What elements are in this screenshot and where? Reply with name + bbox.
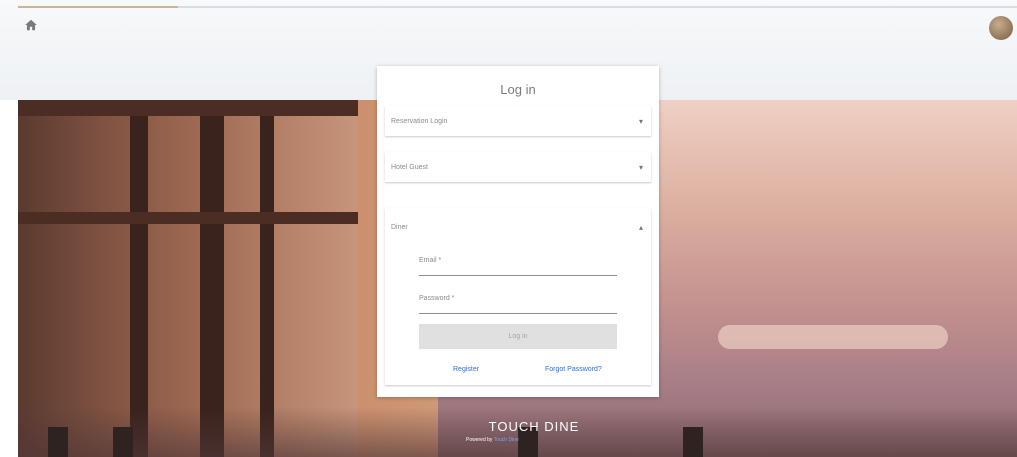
beam (18, 100, 358, 116)
panel-label: Reservation Login (391, 118, 448, 125)
beam (18, 212, 358, 224)
deck-post (48, 427, 68, 457)
panel-label: Hotel Guest (391, 164, 428, 171)
register-link[interactable]: Register (453, 366, 479, 373)
password-field[interactable]: Password * (419, 289, 617, 314)
chevron-up-icon[interactable]: ▴ (637, 224, 645, 232)
hotel-guest-panel[interactable]: Hotel Guest ▾ (385, 152, 651, 182)
password-label: Password * (419, 295, 455, 302)
deck-post (683, 427, 703, 457)
pillar (260, 100, 274, 457)
powered-by-name: Touch Dine (493, 437, 519, 443)
chevron-down-icon[interactable]: ▾ (637, 118, 645, 126)
pillar (130, 100, 148, 457)
reservation-login-panel[interactable]: Reservation Login ▾ (385, 106, 651, 136)
pillar (200, 100, 224, 457)
email-label: Email * (419, 257, 442, 264)
login-button[interactable]: Log in (419, 324, 617, 349)
powered-by: Powered by Touch Dine (466, 437, 519, 443)
panel-label: Diner (391, 224, 408, 231)
chevron-down-icon[interactable]: ▾ (637, 164, 645, 172)
powered-by-prefix: Powered by (466, 437, 493, 443)
brand-logo: TOUCH DINE (488, 419, 580, 434)
email-field[interactable]: Email * (419, 251, 617, 276)
home-icon[interactable] (24, 18, 38, 32)
login-card: Log in Reservation Login ▾ Hotel Guest ▾… (377, 66, 659, 397)
cloud (718, 325, 948, 349)
login-title: Log in (500, 82, 536, 97)
forgot-password-link[interactable]: Forgot Password? (545, 366, 602, 373)
deck-post (113, 427, 133, 457)
top-accent-line (18, 6, 1017, 8)
avatar[interactable] (989, 16, 1013, 40)
building-structure (18, 100, 358, 457)
